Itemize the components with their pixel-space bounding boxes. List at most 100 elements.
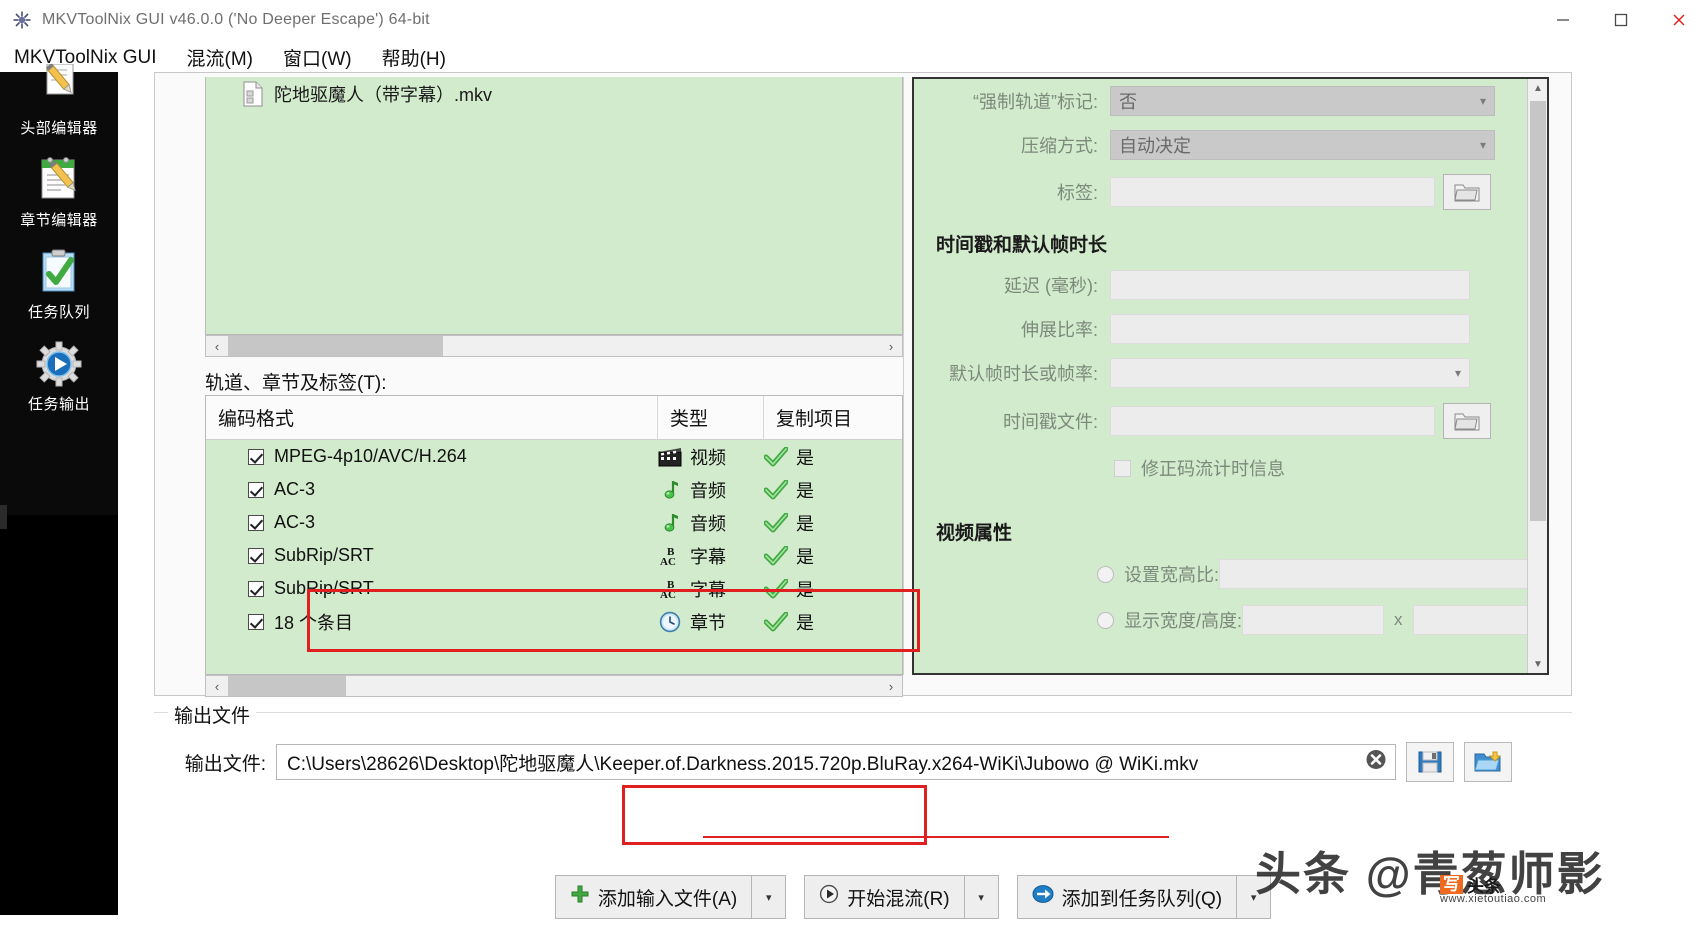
track-checkbox[interactable] — [248, 514, 264, 531]
menu-window[interactable]: 窗口(W) — [283, 44, 352, 71]
delay-input[interactable] — [1110, 270, 1470, 300]
track-copy: 是 — [796, 579, 814, 600]
track-copy-cell[interactable]: 是 — [763, 605, 902, 638]
source-files-list[interactable]: 陀地驱魔人（带字幕）.mkv — [205, 77, 903, 335]
track-codec-cell[interactable]: MPEG-4p10/AVC/H.264 — [206, 440, 658, 473]
track-codec: SubRip/SRT — [274, 545, 374, 565]
scroll-thumb[interactable] — [228, 336, 443, 356]
track-type-cell[interactable]: 视频 — [658, 440, 764, 473]
clear-circle-icon[interactable] — [1365, 749, 1387, 776]
stretch-input[interactable] — [1110, 314, 1470, 344]
track-copy: 是 — [796, 480, 814, 501]
track-copy-cell[interactable]: 是 — [763, 440, 902, 473]
scroll-down-arrow[interactable]: ▼ — [1528, 655, 1547, 673]
folder-open-icon[interactable] — [1464, 742, 1512, 782]
display-width-input[interactable] — [1242, 605, 1385, 635]
maximize-button[interactable] — [1592, 0, 1650, 40]
track-type-cell[interactable]: 音频 — [658, 506, 764, 539]
output-file-legend: 输出文件 — [168, 701, 257, 728]
table-row[interactable]: SubRip/SRT B A C 字幕 是 — [206, 539, 902, 572]
scroll-up-arrow[interactable]: ▲ — [1528, 79, 1547, 97]
track-checkbox[interactable] — [248, 481, 264, 498]
folder-browse-icon[interactable] — [1443, 403, 1491, 439]
sidebar-item-job-queue[interactable]: 任务队列 — [0, 236, 118, 328]
track-codec: SubRip/SRT — [274, 578, 374, 598]
add-to-queue-button[interactable]: 添加到任务队列(Q) — [1016, 875, 1238, 919]
add-input-files-button[interactable]: 添加输入文件(A) — [554, 875, 753, 919]
menu-multiplex[interactable]: 混流(M) — [187, 44, 253, 71]
track-codec-cell[interactable]: 18 个条目 — [206, 605, 658, 638]
aspect-ratio-radio[interactable] — [1097, 565, 1114, 583]
fix-bitstream-checkbox[interactable] — [1114, 459, 1131, 477]
timestamp-file-label: 时间戳文件: — [1002, 412, 1098, 432]
save-icon[interactable] — [1406, 742, 1454, 782]
track-copy-cell[interactable]: 是 — [763, 572, 902, 605]
svg-text:A: A — [660, 589, 668, 600]
window-controls — [1534, 0, 1708, 40]
scroll-left-arrow[interactable]: ‹ — [206, 336, 228, 356]
table-row[interactable]: MPEG-4p10/AVC/H.264 视频 是 — [206, 440, 902, 473]
track-copy-cell[interactable]: 是 — [763, 506, 902, 539]
track-type-cell[interactable]: B A C 字幕 — [658, 539, 764, 572]
close-button[interactable] — [1650, 0, 1708, 40]
start-multiplex-button[interactable]: 开始混流(R) — [804, 875, 965, 919]
add-to-queue-split: 添加到任务队列(Q) ▾ — [1016, 875, 1272, 919]
scroll-track[interactable] — [228, 336, 880, 356]
track-codec-cell[interactable]: SubRip/SRT — [206, 572, 658, 605]
track-checkbox[interactable] — [248, 448, 264, 465]
aspect-ratio-combo[interactable]: ▾ — [1219, 559, 1545, 589]
column-header-type[interactable]: 类型 — [658, 396, 764, 440]
green-check-icon — [763, 611, 789, 632]
tracks-body: MPEG-4p10/AVC/H.264 视频是 AC-3 音频是 AC-3 音频是 SubR… — [206, 440, 902, 638]
sidebar-item-job-output[interactable]: 任务输出 — [0, 328, 118, 420]
track-type-cell[interactable]: B A C 字幕 — [658, 572, 764, 605]
track-codec-cell[interactable]: AC-3 — [206, 506, 658, 539]
scroll-left-arrow[interactable]: ‹ — [206, 676, 228, 696]
compression-row: 压缩方式: 自动决定 ▾ — [914, 123, 1519, 167]
default-duration-combo[interactable]: ▾ — [1110, 358, 1470, 388]
tags-input[interactable] — [1110, 177, 1435, 207]
output-file-input[interactable]: C:\Users\28626\Desktop\陀地驱魔人\Keeper.of.D… — [276, 744, 1396, 780]
add-to-queue-dropdown[interactable]: ▾ — [1237, 875, 1272, 919]
table-row[interactable]: SubRip/SRT B A C 字幕 是 — [206, 572, 902, 605]
sidebar-item-chapter-editor[interactable]: 章节编辑器 — [0, 144, 118, 236]
track-copy-cell[interactable]: 是 — [763, 539, 902, 572]
track-type-cell[interactable]: 音频 — [658, 473, 764, 506]
folder-browse-icon[interactable] — [1443, 174, 1491, 210]
fix-bitstream-row[interactable]: 修正码流计时信息 — [914, 447, 1519, 489]
track-codec-cell[interactable]: AC-3 — [206, 473, 658, 506]
scroll-right-arrow[interactable]: › — [880, 676, 902, 696]
track-copy-cell[interactable]: 是 — [763, 473, 902, 506]
forced-flag-combo[interactable]: 否 ▾ — [1110, 86, 1495, 116]
table-row[interactable]: AC-3 音频 是 — [206, 473, 902, 506]
timestamp-file-input[interactable] — [1110, 406, 1435, 436]
tracks-table[interactable]: 编码格式 类型 复制项目 MPEG-4p10/AVC/H.264 视频是 AC-3 音… — [205, 395, 903, 675]
track-checkbox[interactable] — [248, 547, 264, 564]
compression-combo[interactable]: 自动决定 ▾ — [1110, 130, 1495, 160]
scroll-track[interactable] — [228, 676, 880, 696]
add-input-files-dropdown[interactable]: ▾ — [752, 875, 787, 919]
table-row[interactable]: 18 个条目 章节 是 — [206, 605, 902, 638]
scroll-right-arrow[interactable]: › — [880, 336, 902, 356]
properties-vscrollbar[interactable]: ▲ ▼ — [1527, 79, 1547, 673]
display-dimensions-radio[interactable] — [1097, 611, 1114, 629]
files-hscrollbar[interactable]: ‹ › — [205, 335, 903, 357]
minimize-button[interactable] — [1534, 0, 1592, 40]
track-checkbox[interactable] — [248, 613, 264, 630]
table-row[interactable]: AC-3 音频 是 — [206, 506, 902, 539]
column-header-copy[interactable]: 复制项目 — [764, 396, 902, 440]
scroll-thumb[interactable] — [228, 676, 346, 696]
tracks-label-text: 轨道、章节及标签(T): — [205, 373, 387, 394]
column-header-codec[interactable]: 编码格式 — [206, 396, 658, 440]
menu-help[interactable]: 帮助(H) — [382, 44, 446, 71]
panel-divider — [903, 77, 904, 675]
start-multiplex-dropdown[interactable]: ▾ — [964, 875, 999, 919]
scroll-thumb[interactable] — [1530, 101, 1546, 521]
sidebar-item-header-editor[interactable]: 头部编辑器 — [0, 63, 118, 144]
track-codec-cell[interactable]: SubRip/SRT — [206, 539, 658, 572]
track-type-cell[interactable]: 章节 — [658, 605, 764, 638]
compression-label: 压缩方式: — [1020, 136, 1098, 156]
list-item[interactable]: 陀地驱魔人（带字幕）.mkv — [206, 77, 902, 111]
track-checkbox[interactable] — [248, 580, 264, 597]
tracks-hscrollbar[interactable]: ‹ › — [205, 675, 903, 697]
